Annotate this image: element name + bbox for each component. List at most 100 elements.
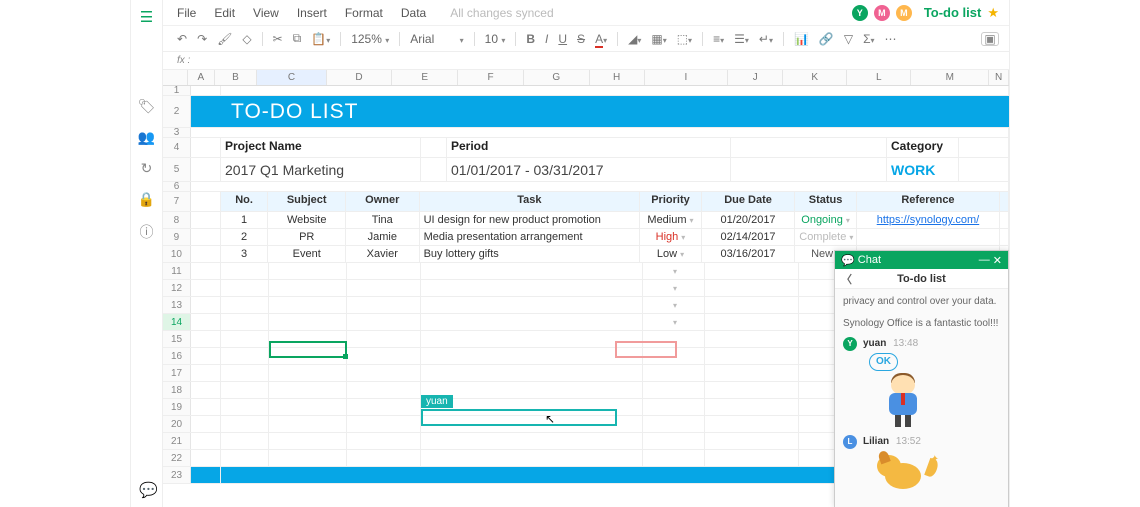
- undo-icon[interactable]: ↶: [177, 32, 187, 46]
- paint-icon[interactable]: 🖌: [217, 32, 232, 46]
- col-header[interactable]: N: [989, 70, 1009, 85]
- menu-format[interactable]: Format: [345, 6, 383, 20]
- menu-edit[interactable]: Edit: [214, 6, 235, 20]
- more-icon[interactable]: ⋯: [885, 32, 897, 46]
- row-num[interactable]: 10: [163, 246, 191, 262]
- sigma-icon[interactable]: Σ▾: [863, 32, 874, 46]
- col-header[interactable]: B: [215, 70, 258, 85]
- doc-title[interactable]: To-do list: [924, 5, 982, 20]
- copy-icon[interactable]: ⧉: [293, 31, 302, 46]
- textcolor-icon[interactable]: A▾: [595, 32, 607, 46]
- sync-status: All changes synced: [450, 6, 553, 20]
- chat-user: Lilian: [863, 436, 889, 447]
- row-num[interactable]: 7: [163, 192, 191, 211]
- collab-avatar[interactable]: M: [874, 5, 890, 21]
- collab-cursor-red: [615, 341, 677, 358]
- tag-icon[interactable]: 🏷: [138, 98, 156, 115]
- col-header[interactable]: D: [327, 70, 393, 85]
- sticker-dog: ✦: [877, 451, 937, 501]
- row-num[interactable]: 6: [163, 182, 191, 191]
- erase-icon[interactable]: ◇: [242, 32, 251, 46]
- row-num[interactable]: 2: [163, 96, 191, 127]
- col-header[interactable]: M: [911, 70, 989, 85]
- paste-icon[interactable]: 📋▾: [311, 32, 330, 46]
- chat-time: 13:48: [893, 338, 918, 349]
- col-header[interactable]: A: [188, 70, 215, 85]
- collab-tag: yuan: [421, 395, 453, 408]
- halign-icon[interactable]: ≡▾: [713, 32, 724, 46]
- wrap-icon[interactable]: ↵▾: [759, 32, 773, 46]
- chat-close-icon[interactable]: ✕: [993, 254, 1002, 267]
- tbl-hdr: Subject: [268, 192, 346, 211]
- collab-avatar[interactable]: Y: [852, 5, 868, 21]
- lock-icon[interactable]: 🔒: [138, 191, 155, 208]
- tbl-hdr: Status: [795, 192, 857, 211]
- link-icon[interactable]: 🔗: [819, 32, 834, 46]
- col-header[interactable]: H: [590, 70, 645, 85]
- row-num[interactable]: 3: [163, 128, 191, 137]
- filter-icon[interactable]: ▽: [844, 32, 853, 46]
- valign-icon[interactable]: ☰▾: [734, 32, 749, 46]
- chat-panel: 💬 Chat — ✕ 〈 To-do list privacy and cont…: [834, 250, 1009, 507]
- underline-icon[interactable]: U: [558, 32, 567, 46]
- bold-icon[interactable]: B: [526, 32, 535, 46]
- chat-minimize-icon[interactable]: —: [979, 254, 990, 266]
- menu-file[interactable]: File: [177, 6, 196, 20]
- merge-icon[interactable]: ⬚▾: [677, 32, 692, 46]
- info-icon[interactable]: ⓘ: [140, 222, 154, 242]
- chat-header: 💬 Chat — ✕: [835, 251, 1008, 269]
- tbl-hdr: Reference: [857, 192, 1000, 211]
- chat-title: To-do list: [835, 273, 1008, 285]
- expand-icon[interactable]: ▣: [981, 32, 999, 46]
- col-header[interactable]: L: [847, 70, 911, 85]
- col-header[interactable]: K: [783, 70, 847, 85]
- chat-header-label: Chat: [858, 254, 881, 266]
- star-icon[interactable]: ★: [987, 5, 999, 21]
- redo-icon[interactable]: ↷: [197, 32, 207, 46]
- chat-fab-icon[interactable]: 💬: [139, 481, 158, 499]
- fontsize-select[interactable]: 10 ▾: [485, 32, 506, 46]
- sticker-businessman: [881, 373, 927, 429]
- chat-text: Synology Office is a fantastic tool!!!: [843, 317, 1000, 331]
- cut-icon[interactable]: ✂: [273, 32, 283, 46]
- menu-data[interactable]: Data: [401, 6, 426, 20]
- tbl-hdr: Priority: [640, 192, 702, 211]
- share-icon[interactable]: 👥: [138, 129, 155, 146]
- val-category: WORK: [887, 158, 959, 181]
- menu-view[interactable]: View: [253, 6, 279, 20]
- row-num[interactable]: 5: [163, 158, 191, 181]
- sheet: A B C D E F G H I J K L M N 1 2 TO-DO LI…: [163, 70, 1009, 507]
- chat-icon: 💬: [841, 254, 855, 267]
- strike-icon[interactable]: S: [577, 32, 585, 46]
- chat-body[interactable]: privacy and control over your data. Syno…: [835, 289, 1008, 507]
- toolbar: ↶ ↷ 🖌 ◇ ✂ ⧉ 📋▾ 125% ▾ Arial ▾ 10 ▾ B I U…: [163, 26, 1009, 52]
- col-header[interactable]: J: [728, 70, 783, 85]
- border-icon[interactable]: ▦▾: [651, 32, 666, 46]
- col-header[interactable]: E: [392, 70, 458, 85]
- col-header[interactable]: I: [645, 70, 728, 85]
- row-num[interactable]: 1: [163, 86, 191, 95]
- col-header[interactable]: C: [257, 70, 326, 85]
- hamburger-icon[interactable]: ☰: [140, 8, 153, 26]
- col-header[interactable]: G: [524, 70, 590, 85]
- chart-icon[interactable]: 📊: [794, 32, 809, 46]
- cursor-icon: ↖: [545, 412, 555, 426]
- zoom-select[interactable]: 125% ▾: [351, 32, 389, 46]
- chat-avatar: L: [843, 435, 857, 449]
- fill-icon[interactable]: ◢▾: [628, 32, 641, 46]
- italic-icon[interactable]: I: [545, 32, 548, 46]
- font-select[interactable]: Arial ▾: [410, 32, 463, 46]
- select-all-cell[interactable]: [163, 70, 188, 85]
- row-num[interactable]: 9: [163, 229, 191, 245]
- formula-bar[interactable]: fx :: [163, 52, 1009, 70]
- col-header[interactable]: F: [458, 70, 524, 85]
- app-frame: ☰ 🏷 👥 ↻ 🔒 ⓘ 💬 File Edit View Insert Form…: [130, 0, 1010, 507]
- row-num[interactable]: 4: [163, 138, 191, 157]
- collab-avatar[interactable]: M: [896, 5, 912, 21]
- tbl-hdr: Due Date: [702, 192, 795, 211]
- history-icon[interactable]: ↻: [141, 160, 153, 177]
- collab-selection: [421, 409, 617, 426]
- row-num[interactable]: 8: [163, 212, 191, 228]
- tbl-hdr: Task: [420, 192, 641, 211]
- menu-insert[interactable]: Insert: [297, 6, 327, 20]
